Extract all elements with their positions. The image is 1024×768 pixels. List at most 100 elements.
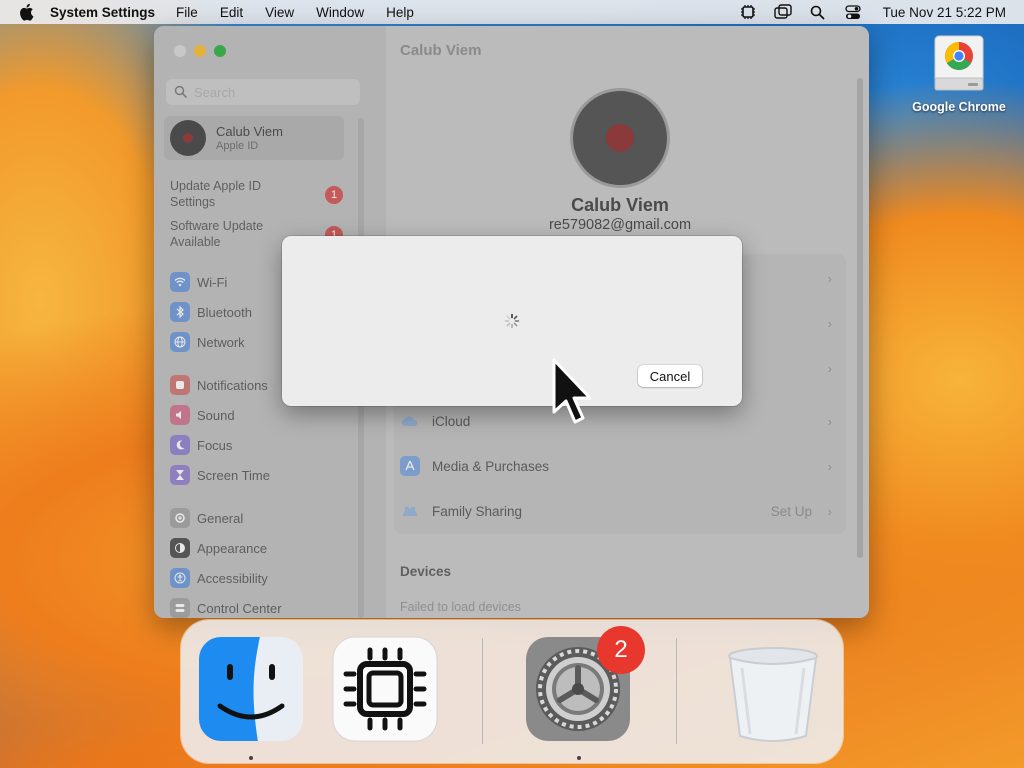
- control-center-icon[interactable]: [844, 3, 862, 21]
- appearance-icon: [170, 538, 190, 558]
- dock-chip-app[interactable]: [332, 636, 438, 742]
- trash-icon: [728, 647, 818, 742]
- cancel-button[interactable]: Cancel: [638, 365, 702, 387]
- sidebar-item-label: Control Center: [197, 600, 282, 616]
- notification-badge: 2: [597, 626, 645, 674]
- screen-mirroring-icon[interactable]: [773, 3, 792, 21]
- chrome-drive-icon: [932, 34, 986, 96]
- sidebar-item-general[interactable]: General: [170, 507, 243, 529]
- speaker-icon: [170, 405, 190, 425]
- account-name: Calub Viem: [216, 124, 283, 139]
- profile-name: Calub Viem: [571, 195, 669, 215]
- notification-badge: 1: [325, 186, 343, 204]
- profile-email: re579082@gmail.com: [548, 217, 692, 233]
- sidebar-item-bluetooth[interactable]: Bluetooth: [170, 301, 252, 323]
- sidebar-item-control-center[interactable]: Control Center: [170, 597, 282, 618]
- app-store-icon: [400, 456, 420, 476]
- sidebar-account-item[interactable]: Calub Viem Apple ID: [164, 116, 344, 160]
- control-center-icon: [170, 598, 190, 618]
- running-indicator: [249, 756, 253, 760]
- sidebar-item-appearance[interactable]: Appearance: [170, 537, 267, 559]
- sidebar-item-label: Accessibility: [197, 570, 268, 586]
- sidebar-item-label: Screen Time: [197, 467, 270, 483]
- dock: 2: [181, 620, 843, 763]
- sidebar-item-focus[interactable]: Focus: [170, 434, 232, 456]
- menu-clock[interactable]: Tue Nov 21 5:22 PM: [883, 5, 1006, 20]
- chevron-right-icon: ›: [827, 270, 832, 286]
- desktop-icon-google-chrome[interactable]: Google Chrome: [906, 34, 1012, 114]
- chevron-right-icon: ›: [827, 315, 832, 331]
- page-title: Calub Viem: [400, 42, 482, 59]
- devices-message: Failed to load devices: [400, 600, 521, 614]
- sidebar-item-label: Appearance: [197, 540, 268, 556]
- wifi-icon: [170, 272, 190, 292]
- sidebar-item-accessibility[interactable]: Accessibility: [170, 567, 268, 589]
- sidebar-item-network[interactable]: Network: [170, 331, 245, 353]
- sidebar-item-label: Focus: [197, 437, 233, 453]
- dock-trash[interactable]: [720, 636, 826, 742]
- row-label: iCloud: [432, 413, 471, 429]
- menu-window[interactable]: Window: [316, 5, 364, 20]
- gear-icon: [170, 508, 190, 528]
- chevron-right-icon: ›: [827, 458, 832, 474]
- app-name-menu[interactable]: System Settings: [50, 5, 155, 20]
- window-controls: [174, 45, 226, 57]
- chip-status-icon[interactable]: [739, 3, 757, 21]
- dock-finder[interactable]: [198, 636, 304, 742]
- search-icon: [174, 85, 188, 99]
- desktop-icon-label: Google Chrome: [912, 100, 1006, 114]
- apple-menu-icon[interactable]: [18, 3, 36, 21]
- family-icon: [400, 501, 420, 521]
- sidebar-item-label: General: [197, 510, 244, 526]
- bell-icon: [170, 375, 190, 395]
- menu-bar: System Settings File Edit View Window He…: [0, 0, 1024, 24]
- account-subtitle: Apple ID: [216, 140, 259, 152]
- spotlight-search-icon[interactable]: [809, 3, 827, 21]
- profile-avatar[interactable]: [570, 88, 670, 188]
- zoom-button[interactable]: [214, 45, 226, 57]
- avatar: [170, 120, 206, 156]
- accessibility-icon: [170, 568, 190, 588]
- sidebar-item-label: Bluetooth: [197, 304, 252, 320]
- row-label: Media & Purchases: [432, 458, 550, 474]
- search-placeholder: Search: [194, 84, 236, 100]
- minimize-button[interactable]: [194, 45, 206, 57]
- running-indicator: [577, 756, 581, 760]
- dock-separator: [676, 638, 677, 744]
- devices-header: Devices: [400, 564, 452, 579]
- sidebar-item-notifications[interactable]: Notifications: [170, 374, 268, 396]
- loading-dialog: Cancel: [282, 236, 742, 406]
- sidebar-item-wifi[interactable]: Wi-Fi: [170, 271, 227, 293]
- menu-file[interactable]: File: [176, 5, 198, 20]
- loading-spinner-icon: [504, 313, 520, 329]
- dock-separator: [482, 638, 483, 744]
- finder-icon: [199, 637, 303, 741]
- settings-row-family-sharing[interactable]: Family Sharing Set Up ›: [400, 489, 840, 533]
- chip-icon: [332, 636, 438, 742]
- chevron-right-icon: ›: [827, 413, 832, 429]
- sidebar-item-label: Wi-Fi: [197, 274, 228, 290]
- chevron-right-icon: ›: [827, 360, 832, 376]
- alert-line-1: Update Apple ID: [170, 179, 262, 193]
- sidebar-item-label: Sound: [197, 407, 235, 423]
- close-button[interactable]: [174, 45, 186, 57]
- sidebar-item-screen-time[interactable]: Screen Time: [170, 464, 270, 486]
- menu-help[interactable]: Help: [386, 5, 414, 20]
- sidebar-item-label: Notifications: [197, 377, 268, 393]
- row-value: Set Up: [770, 503, 812, 519]
- menu-view[interactable]: View: [265, 5, 294, 20]
- globe-icon: [170, 332, 190, 352]
- menu-edit[interactable]: Edit: [220, 5, 243, 20]
- chevron-right-icon: ›: [827, 503, 832, 519]
- alert-line-2: Settings: [170, 195, 216, 209]
- mouse-pointer-icon: [550, 356, 596, 430]
- moon-icon: [170, 435, 190, 455]
- main-scrollbar[interactable]: [857, 78, 863, 558]
- sidebar-item-update-apple-id[interactable]: Update Apple ID Settings 1: [170, 178, 345, 210]
- settings-row-media-purchases[interactable]: Media & Purchases ›: [400, 444, 840, 488]
- cloud-icon: [400, 411, 420, 431]
- search-field[interactable]: Search: [166, 79, 360, 105]
- sidebar-item-sound[interactable]: Sound: [170, 404, 235, 426]
- hourglass-icon: [170, 465, 190, 485]
- row-label: Family Sharing: [432, 503, 523, 519]
